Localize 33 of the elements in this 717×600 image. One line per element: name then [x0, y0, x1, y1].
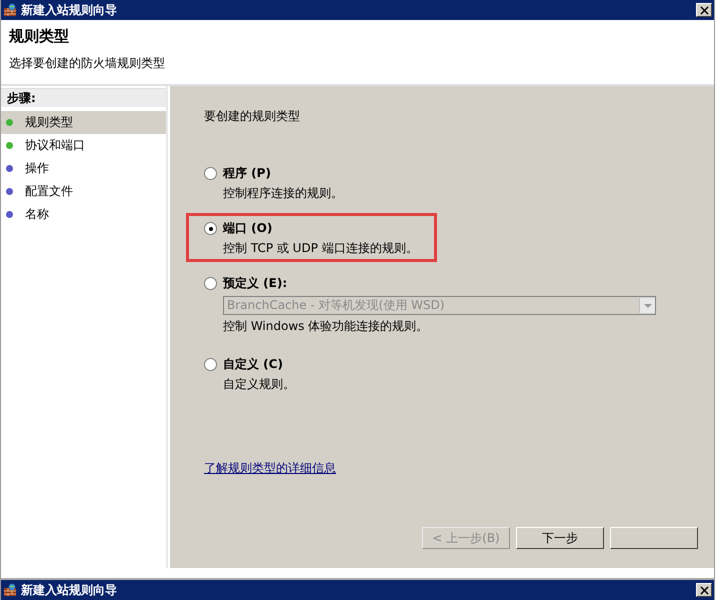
close-icon [700, 586, 708, 594]
close-icon [700, 6, 708, 14]
steps-heading: 步骤: [1, 88, 166, 107]
close-button[interactable] [696, 3, 712, 17]
page-title: 规则类型 [9, 27, 70, 46]
close-button[interactable] [696, 583, 712, 597]
wizard-button[interactable]: 下一步 [516, 527, 604, 549]
firewall-icon [3, 3, 17, 17]
button[interactable] [610, 527, 698, 549]
radio-button[interactable] [204, 167, 217, 180]
radio-button[interactable] [204, 222, 217, 235]
caret-icon [639, 298, 655, 313]
step-item[interactable]: 规则类型 [1, 111, 166, 134]
prompt-text: 要创建的规则类型 [204, 108, 301, 125]
option-label[interactable]: 端口 (O) [223, 220, 272, 237]
option-description: 控制 TCP 或 UDP 端口连接的规则。 [222, 240, 419, 257]
window-title: 新建入站规则向导 [21, 582, 117, 598]
radio-button[interactable] [204, 358, 217, 371]
page-subtitle: 选择要创建的防火墙规则类型 [9, 55, 166, 72]
option-description: 自定义规则。 [222, 376, 296, 393]
window-title: 新建入站规则向导 [21, 2, 117, 18]
firewall-icon [3, 583, 17, 597]
option-label[interactable]: 预定义 (E): [223, 275, 288, 292]
step-item[interactable]: 操作 [1, 157, 166, 180]
option-description: 控制 Windows 体验功能连接的规则。 [222, 318, 430, 335]
step-item[interactable]: 协议和端口 [1, 134, 166, 157]
step-item[interactable]: 名称 [1, 203, 166, 226]
option-label[interactable]: 程序 (P) [223, 165, 271, 182]
option-label[interactable]: 自定义 (C) [223, 356, 283, 373]
step-item[interactable]: 配置文件 [1, 180, 166, 203]
help-link[interactable]: 了解规则类型的详细信息 [204, 460, 336, 477]
radio-button[interactable] [204, 277, 217, 290]
option-description: 控制程序连接的规则。 [222, 185, 344, 202]
